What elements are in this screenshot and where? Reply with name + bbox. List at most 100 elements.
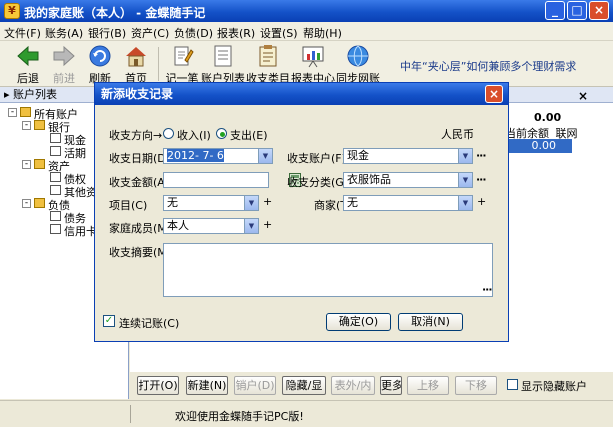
claims-icon — [50, 172, 61, 182]
tree-expand-icon[interactable]: - — [22, 199, 31, 208]
account-list-button[interactable]: 账户列表 — [198, 43, 248, 85]
expense-label[interactable]: 支出(E) — [230, 127, 268, 143]
add-member-button[interactable]: + — [263, 218, 272, 231]
date-value: 2012- 7- 6 — [167, 149, 224, 162]
account-list-icon — [214, 45, 232, 67]
memo-label: 收支摘要(M) — [109, 246, 172, 259]
merchant-value: 无 — [347, 196, 358, 209]
credit-card-icon — [50, 224, 61, 234]
add-item-button[interactable]: + — [263, 195, 272, 208]
move-up-button[interactable]: 上移 — [407, 376, 449, 395]
date-label: 收支日期(D) — [109, 152, 171, 165]
home-icon — [126, 47, 146, 67]
category-button[interactable]: 收支类目 — [243, 43, 293, 85]
menu-report[interactable]: 报表(R) — [217, 25, 255, 41]
category-value: 衣服饰品 — [347, 173, 391, 186]
date-field[interactable]: 2012- 7- 6 ▼ — [163, 148, 273, 164]
menu-bar: 文件(F) 账务(A) 银行(B) 资产(C) 负债(D) 报表(R) 设置(S… — [0, 22, 613, 41]
home-button[interactable]: 首页 — [113, 43, 159, 85]
tree-credit-card[interactable]: 信用卡 — [64, 223, 97, 239]
category-label: 收支分类(G) — [287, 176, 349, 189]
menu-settings[interactable]: 设置(S) — [260, 25, 298, 41]
show-hidden-checkbox[interactable] — [507, 379, 518, 390]
maximize-button[interactable]: □ — [567, 1, 587, 20]
member-select[interactable]: 本人 ▼ — [163, 218, 259, 234]
chevron-down-icon[interactable]: ▼ — [258, 149, 272, 163]
current-account-icon — [50, 146, 61, 156]
cancel-button[interactable]: 取消(N) — [398, 313, 463, 331]
account-list-title: 账户列表 — [13, 88, 58, 101]
other-assets-icon — [50, 185, 61, 195]
member-value: 本人 — [167, 219, 189, 232]
item-select[interactable]: 无 ▼ — [163, 195, 259, 211]
account-value: 现金 — [347, 149, 369, 162]
chart-board-icon — [302, 46, 324, 68]
globe-sync-icon — [347, 45, 369, 67]
chevron-down-icon[interactable]: ▼ — [458, 196, 472, 210]
amount-input[interactable] — [163, 172, 269, 188]
chevron-down-icon[interactable]: ▼ — [244, 196, 258, 210]
chevron-down-icon[interactable]: ▼ — [458, 173, 472, 187]
chevron-down-icon[interactable]: ▼ — [458, 149, 472, 163]
menu-bank[interactable]: 银行(B) — [88, 25, 126, 41]
status-divider — [130, 405, 131, 423]
new-button[interactable]: 新建(N) — [186, 376, 228, 395]
dialog-title: 新添收支记录 — [95, 83, 508, 105]
status-bar: 欢迎使用金蝶随手记PC版! — [0, 400, 613, 427]
account-label: 收支账户(F) — [287, 152, 346, 165]
add-record-dialog: 新添收支记录 × 收支方向→ 收入(I) 支出(E) 人民币 收支日期(D) 2… — [94, 82, 509, 342]
category-more-button[interactable]: ··· — [476, 173, 487, 186]
table-row[interactable]: 0.00 — [506, 139, 572, 153]
report-center-button[interactable]: 报表中心 — [288, 43, 338, 85]
merchant-select[interactable]: 无 ▼ — [343, 195, 473, 211]
tree-expand-icon[interactable]: - — [22, 160, 31, 169]
total-balance: 0.00 — [534, 111, 562, 124]
expense-radio[interactable] — [216, 128, 227, 139]
pen-icon — [174, 46, 194, 66]
menu-account[interactable]: 账务(A) — [45, 25, 83, 41]
show-hidden-label: 显示隐藏账户 — [521, 380, 587, 393]
cancel-account-button[interactable]: 销户(D) — [234, 376, 276, 395]
more-button[interactable]: 更多 — [380, 376, 402, 395]
ad-link[interactable]: 中年“夹心层”如何兼顾多个理财需求 — [400, 58, 576, 74]
continuous-checkbox[interactable]: ✓ — [103, 315, 115, 327]
bank-folder-icon — [34, 120, 45, 130]
debt-icon — [50, 211, 61, 221]
currency-label: 人民币 — [441, 128, 474, 141]
ok-button[interactable]: 确定(O) — [326, 313, 391, 331]
move-down-button[interactable]: 下移 — [455, 376, 497, 395]
outer-inner-button[interactable]: 表外/内 — [331, 376, 375, 395]
status-text: 欢迎使用金蝶随手记PC版! — [175, 410, 304, 423]
close-window-button[interactable]: × — [589, 1, 609, 20]
cash-icon — [50, 133, 61, 143]
item-value: 无 — [167, 196, 178, 209]
sync-button[interactable]: 同步网账 — [333, 43, 383, 85]
account-more-button[interactable]: ··· — [476, 149, 487, 162]
assets-folder-icon — [34, 159, 45, 169]
menu-assets[interactable]: 资产(C) — [131, 25, 169, 41]
hide-show-button[interactable]: 隐藏/显 — [282, 376, 326, 395]
tree-expand-icon[interactable]: - — [8, 108, 17, 117]
open-button[interactable]: 打开(O) — [137, 376, 179, 395]
memo-more-button[interactable]: ··· — [482, 283, 493, 296]
minimize-button[interactable]: _ — [545, 1, 565, 20]
income-radio[interactable] — [163, 128, 174, 139]
tree-expand-icon[interactable]: - — [22, 121, 31, 130]
window-title: 我的家庭账（本人） - 金蝶随手记 — [24, 6, 206, 20]
account-select[interactable]: 现金 ▼ — [343, 148, 473, 164]
menu-file[interactable]: 文件(F) — [4, 25, 41, 41]
income-label[interactable]: 收入(I) — [177, 127, 211, 143]
dialog-close-button[interactable]: × — [485, 85, 503, 103]
menu-help[interactable]: 帮助(H) — [303, 25, 342, 41]
menu-liabilities[interactable]: 负债(D) — [174, 25, 213, 41]
title-bar: ¥ 我的家庭账（本人） - 金蝶随手记 _ □ × — [0, 0, 613, 22]
forward-arrow-icon — [53, 45, 75, 67]
add-merchant-button[interactable]: + — [477, 195, 486, 208]
category-select[interactable]: 衣服饰品 ▼ — [343, 172, 473, 188]
chevron-down-icon[interactable]: ▼ — [244, 219, 258, 233]
memo-textarea[interactable] — [163, 243, 493, 297]
clipboard-icon — [259, 45, 277, 67]
all-accounts-icon — [20, 107, 31, 117]
close-panel-icon[interactable]: × — [578, 89, 588, 103]
amount-label: 收支金额(A) — [109, 176, 170, 189]
